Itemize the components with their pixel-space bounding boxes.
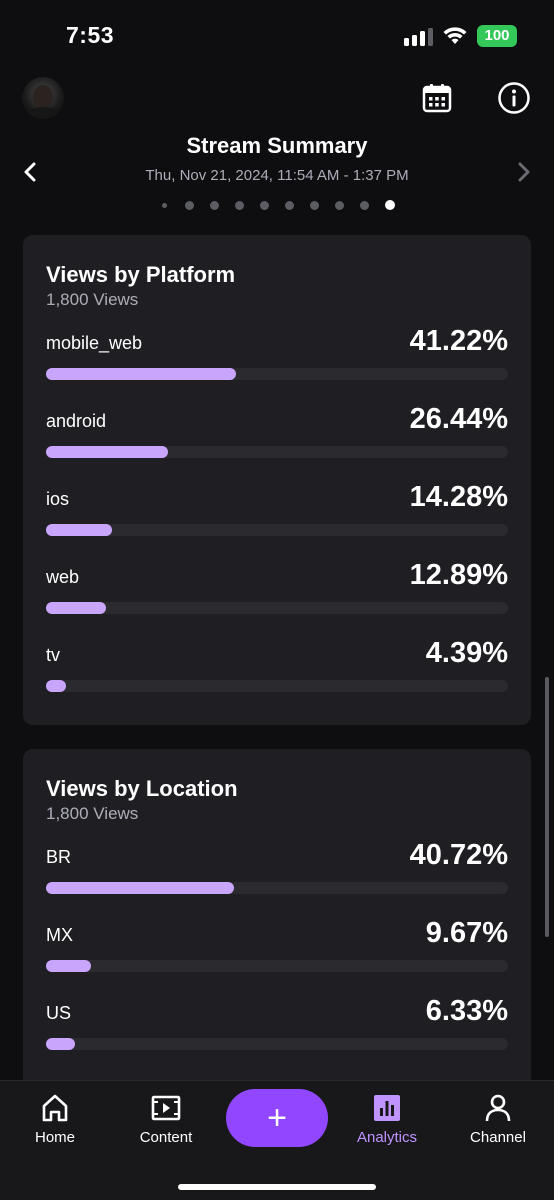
page-dot[interactable]: [227, 200, 252, 210]
progress-fill: [46, 524, 112, 536]
stream-summary-header: Stream Summary Thu, Nov 21, 2024, 11:54 …: [0, 130, 554, 186]
row-label: MX: [46, 925, 73, 945]
video-content-icon: [151, 1095, 181, 1121]
row-percentage: 6.33%: [425, 995, 508, 1027]
location-rows: BR 40.72% MX 9.67% US 6.33%: [46, 839, 508, 1073]
progress-fill: [46, 680, 67, 692]
list-item: tv 4.39%: [46, 637, 508, 715]
avatar[interactable]: [22, 77, 64, 119]
chevron-left-icon[interactable]: [19, 160, 41, 184]
card-title: Views by Location: [46, 776, 238, 801]
tab-channel[interactable]: Channel: [453, 1093, 543, 1153]
tab-label: Channel: [470, 1129, 526, 1146]
page-indicator-dots[interactable]: [0, 200, 554, 210]
stream-date-range: Thu, Nov 21, 2024, 11:54 AM - 1:37 PM: [145, 167, 409, 184]
progress-fill: [46, 446, 169, 458]
status-time: 7:53: [66, 22, 115, 48]
list-item: MX 9.67%: [46, 917, 508, 995]
info-icon[interactable]: [496, 80, 532, 116]
progress-track: [46, 960, 508, 972]
tab-content[interactable]: Content: [121, 1093, 211, 1153]
home-indicator: [178, 1184, 376, 1190]
progress-track: [46, 368, 508, 380]
progress-fill: [46, 882, 235, 894]
scrollbar[interactable]: [545, 677, 549, 937]
calendar-icon[interactable]: [419, 80, 455, 116]
list-item: mobile_web 41.22%: [46, 325, 508, 403]
page-dot[interactable]: [252, 200, 277, 210]
row-label: ios: [46, 489, 70, 509]
page-dot[interactable]: [277, 200, 302, 210]
row-label: mobile_web: [46, 333, 143, 353]
cellular-signal-icon: [404, 28, 433, 46]
tab-analytics[interactable]: Analytics: [342, 1093, 432, 1153]
list-item: web 12.89%: [46, 559, 508, 637]
bar-chart-icon: [374, 1095, 400, 1121]
row-label: tv: [46, 645, 61, 665]
progress-fill: [46, 602, 106, 614]
views-by-platform-card: Views by Platform 1,800 Views mobile_web…: [23, 235, 531, 725]
card-subtitle: 1,800 Views: [46, 290, 139, 309]
page-dot[interactable]: [177, 200, 202, 210]
row-label: US: [46, 1003, 72, 1023]
tab-label: Analytics: [356, 1129, 418, 1146]
row-percentage: 26.44%: [409, 403, 508, 435]
list-item: android 26.44%: [46, 403, 508, 481]
battery-indicator: 100: [477, 25, 517, 47]
progress-track: [46, 882, 508, 894]
row-percentage: 14.28%: [409, 481, 508, 513]
row-percentage: 12.89%: [409, 559, 508, 591]
row-percentage: 9.67%: [425, 917, 508, 949]
progress-fill: [46, 960, 91, 972]
tab-label: Content: [139, 1129, 193, 1146]
row-percentage: 40.72%: [409, 839, 508, 871]
progress-fill: [46, 1038, 76, 1050]
tab-label: Home: [34, 1129, 75, 1146]
platform-rows: mobile_web 41.22% android 26.44% ios 14.28% we…: [46, 325, 508, 715]
card-subtitle: 1,800 Views: [46, 804, 139, 823]
person-icon: [485, 1094, 511, 1122]
row-percentage: 41.22%: [409, 325, 508, 357]
progress-fill: [46, 368, 237, 380]
page-dot[interactable]: [377, 200, 402, 210]
page-title: Stream Summary: [186, 133, 368, 158]
row-percentage: 4.39%: [425, 637, 508, 669]
create-button[interactable]: +: [226, 1089, 328, 1147]
list-item: ios 14.28%: [46, 481, 508, 559]
views-by-location-card: Views by Location 1,800 Views BR 40.72% MX…: [23, 749, 531, 1109]
progress-track: [46, 602, 508, 614]
row-label: android: [46, 411, 107, 431]
row-label: BR: [46, 847, 72, 867]
progress-track: [46, 680, 508, 692]
progress-track: [46, 1038, 508, 1050]
page-dot[interactable]: [152, 200, 177, 210]
page-dot[interactable]: [327, 200, 352, 210]
page-dot[interactable]: [202, 200, 227, 210]
list-item: BR 40.72%: [46, 839, 508, 917]
chevron-right-icon[interactable]: [513, 160, 535, 184]
status-bar: 7:53 100: [0, 0, 554, 70]
progress-track: [46, 524, 508, 536]
bottom-tab-bar: Home Content + Analytics Channel: [0, 1080, 554, 1200]
row-label: web: [46, 567, 80, 587]
page-dot[interactable]: [352, 200, 377, 210]
card-title: Views by Platform: [46, 262, 236, 287]
wifi-icon: [443, 27, 467, 44]
page-dot[interactable]: [302, 200, 327, 210]
tab-home[interactable]: Home: [10, 1093, 100, 1153]
progress-track: [46, 446, 508, 458]
home-icon: [42, 1094, 68, 1122]
list-item: US 6.33%: [46, 995, 508, 1073]
